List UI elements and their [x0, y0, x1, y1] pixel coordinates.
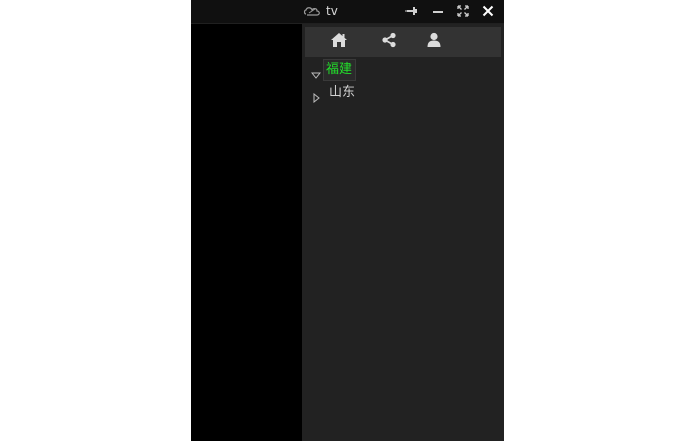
pin-button[interactable] [402, 2, 422, 20]
channel-tree: 福建 山东 [302, 59, 504, 105]
tree-item-label: 山东 [329, 85, 356, 100]
minimize-button[interactable] [428, 2, 448, 20]
collapsed-arrow-icon[interactable] [311, 88, 321, 104]
tree-item-shandong[interactable]: 山东 [302, 82, 504, 105]
close-button[interactable] [478, 2, 498, 20]
tree-item-label: 福建 [322, 59, 357, 81]
user-button[interactable] [421, 31, 447, 53]
share-button[interactable] [376, 31, 402, 53]
title-bar[interactable]: tv [191, 0, 504, 24]
panel-toolbar [305, 27, 501, 57]
home-button[interactable] [326, 31, 352, 53]
fullscreen-button[interactable] [453, 2, 473, 20]
home-icon [330, 32, 348, 52]
share-icon [381, 32, 397, 52]
fullscreen-icon [457, 5, 469, 17]
app-logo-icon [303, 4, 321, 18]
close-icon [482, 5, 494, 17]
pin-icon [405, 5, 419, 17]
expanded-arrow-icon[interactable] [310, 65, 322, 79]
minimize-icon [432, 5, 444, 17]
channel-panel: 福建 山东 [302, 24, 504, 441]
user-icon [427, 32, 441, 52]
window-title: tv [326, 4, 338, 18]
video-area[interactable] [191, 24, 302, 441]
player-window: tv 福建 山东 [191, 0, 504, 441]
tree-item-fujian[interactable]: 福建 [302, 59, 504, 82]
